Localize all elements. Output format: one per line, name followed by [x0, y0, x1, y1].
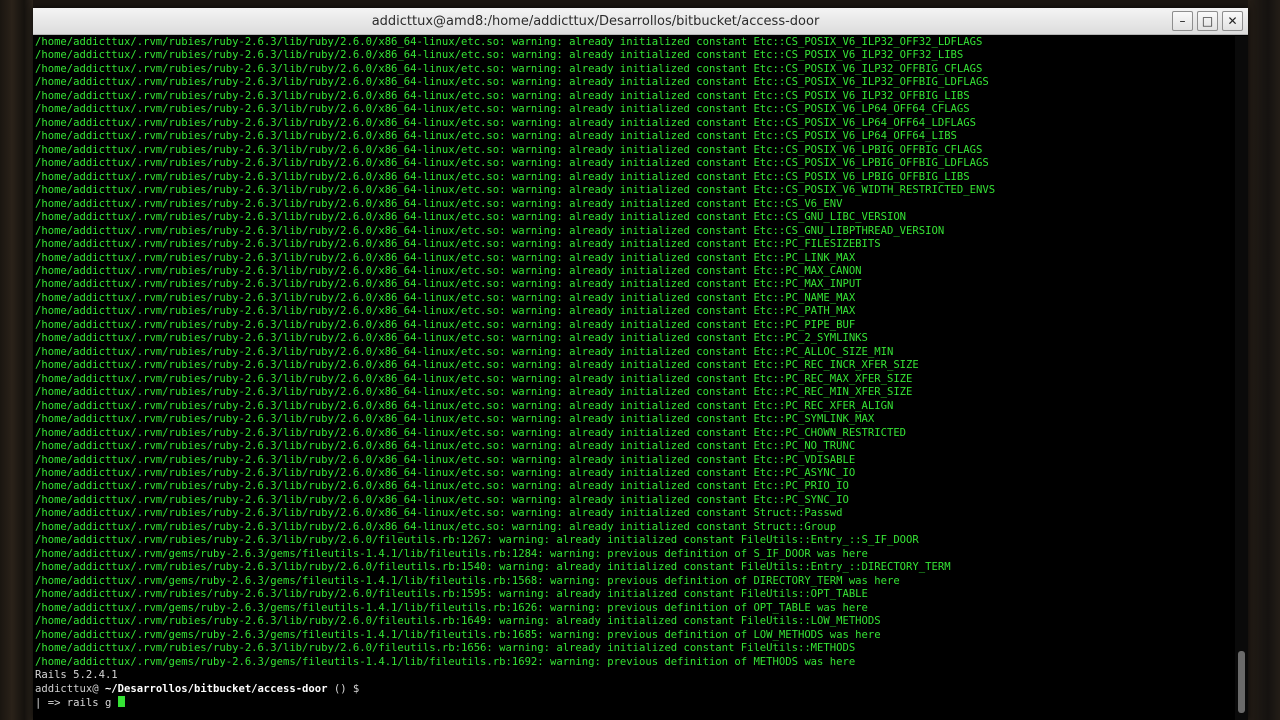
- maximize-button[interactable]: □: [1197, 11, 1218, 31]
- log-line: /home/addicttux/.rvm/rubies/ruby-2.6.3/l…: [35, 184, 996, 197]
- prompt-suffix: () $: [327, 682, 360, 695]
- log-line: /home/addicttux/.rvm/rubies/ruby-2.6.3/l…: [35, 399, 894, 412]
- log-line: /home/addicttux/.rvm/rubies/ruby-2.6.3/l…: [35, 143, 983, 156]
- log-line: /home/addicttux/.rvm/rubies/ruby-2.6.3/l…: [35, 413, 875, 426]
- log-line: /home/addicttux/.rvm/rubies/ruby-2.6.3/l…: [35, 103, 970, 116]
- log-line: /home/addicttux/.rvm/rubies/ruby-2.6.3/l…: [35, 359, 919, 372]
- log-line: /home/addicttux/.rvm/rubies/ruby-2.6.3/l…: [35, 291, 856, 304]
- vertical-scrollbar[interactable]: [1235, 36, 1248, 720]
- log-line: /home/addicttux/.rvm/rubies/ruby-2.6.3/l…: [35, 130, 957, 143]
- log-line: /home/addicttux/.rvm/rubies/ruby-2.6.3/l…: [35, 211, 907, 224]
- close-button[interactable]: ✕: [1222, 11, 1243, 31]
- log-line: /home/addicttux/.rvm/rubies/ruby-2.6.3/l…: [35, 561, 951, 574]
- log-line: /home/addicttux/.rvm/rubies/ruby-2.6.3/l…: [35, 615, 881, 628]
- log-line: /home/addicttux/.rvm/rubies/ruby-2.6.3/l…: [35, 305, 856, 318]
- log-line: /home/addicttux/.rvm/rubies/ruby-2.6.3/l…: [35, 238, 881, 251]
- log-line: /home/addicttux/.rvm/gems/ruby-2.6.3/gem…: [35, 574, 900, 587]
- log-line: /home/addicttux/.rvm/rubies/ruby-2.6.3/l…: [35, 76, 989, 89]
- log-line: /home/addicttux/.rvm/rubies/ruby-2.6.3/l…: [35, 278, 862, 291]
- text-cursor: [117, 695, 125, 707]
- terminal-window: addicttux@amd8:/home/addicttux/Desarroll…: [33, 8, 1248, 720]
- log-line: /home/addicttux/.rvm/rubies/ruby-2.6.3/l…: [35, 170, 970, 183]
- log-line: /home/addicttux/.rvm/gems/ruby-2.6.3/gem…: [35, 601, 868, 614]
- log-line: /home/addicttux/.rvm/rubies/ruby-2.6.3/l…: [35, 453, 856, 466]
- log-line: /home/addicttux/.rvm/rubies/ruby-2.6.3/l…: [35, 642, 856, 655]
- window-title: addicttux@amd8:/home/addicttux/Desarroll…: [371, 14, 820, 29]
- log-line: /home/addicttux/.rvm/rubies/ruby-2.6.3/l…: [35, 49, 964, 62]
- log-line: /home/addicttux/.rvm/rubies/ruby-2.6.3/l…: [35, 224, 945, 237]
- log-line: /home/addicttux/.rvm/rubies/ruby-2.6.3/l…: [35, 89, 970, 102]
- log-line: /home/addicttux/.rvm/rubies/ruby-2.6.3/l…: [35, 157, 989, 170]
- log-line: /home/addicttux/.rvm/rubies/ruby-2.6.3/l…: [35, 372, 913, 385]
- command-input[interactable]: rails g: [67, 697, 112, 709]
- shell-prompt: addicttux@ ~/Desarrollos/bitbucket/acces…: [35, 683, 1233, 696]
- log-line: /home/addicttux/.rvm/rubies/ruby-2.6.3/l…: [35, 332, 868, 345]
- log-line: /home/addicttux/.rvm/rubies/ruby-2.6.3/l…: [35, 36, 983, 48]
- minimize-button[interactable]: –: [1172, 11, 1193, 31]
- log-line: /home/addicttux/.rvm/gems/ruby-2.6.3/gem…: [35, 655, 856, 668]
- log-line: /home/addicttux/.rvm/gems/ruby-2.6.3/gem…: [35, 547, 868, 560]
- log-line: /home/addicttux/.rvm/rubies/ruby-2.6.3/l…: [35, 116, 976, 129]
- log-line: /home/addicttux/.rvm/rubies/ruby-2.6.3/l…: [35, 467, 856, 479]
- log-line: /home/addicttux/.rvm/rubies/ruby-2.6.3/l…: [35, 440, 856, 453]
- log-line: /home/addicttux/.rvm/rubies/ruby-2.6.3/l…: [35, 264, 862, 277]
- log-line: /home/addicttux/.rvm/rubies/ruby-2.6.3/l…: [35, 493, 849, 506]
- log-lines: /home/addicttux/.rvm/rubies/ruby-2.6.3/l…: [35, 36, 1233, 669]
- command-line[interactable]: | => rails g: [35, 695, 1233, 709]
- rails-version-line: Rails 5.2.4.1: [35, 669, 118, 682]
- log-line: /home/addicttux/.rvm/rubies/ruby-2.6.3/l…: [35, 345, 894, 358]
- log-line: /home/addicttux/.rvm/rubies/ruby-2.6.3/l…: [35, 507, 843, 520]
- prompt-path: ~/Desarrollos/bitbucket/access-door: [98, 682, 328, 695]
- log-line: /home/addicttux/.rvm/rubies/ruby-2.6.3/l…: [35, 386, 913, 399]
- log-line: /home/addicttux/.rvm/rubies/ruby-2.6.3/l…: [35, 426, 907, 439]
- input-prefix: | =>: [35, 696, 67, 709]
- log-line: /home/addicttux/.rvm/rubies/ruby-2.6.3/l…: [35, 62, 983, 75]
- log-line: /home/addicttux/.rvm/rubies/ruby-2.6.3/l…: [35, 534, 919, 547]
- prompt-user: addicttux@: [35, 682, 99, 695]
- log-line: /home/addicttux/.rvm/rubies/ruby-2.6.3/l…: [35, 588, 868, 601]
- log-line: /home/addicttux/.rvm/gems/ruby-2.6.3/gem…: [35, 628, 881, 641]
- log-line: /home/addicttux/.rvm/rubies/ruby-2.6.3/l…: [35, 251, 856, 264]
- log-line: /home/addicttux/.rvm/rubies/ruby-2.6.3/l…: [35, 197, 843, 210]
- scrollbar-thumb[interactable]: [1238, 651, 1245, 713]
- log-line: /home/addicttux/.rvm/rubies/ruby-2.6.3/l…: [35, 520, 837, 533]
- log-line: /home/addicttux/.rvm/rubies/ruby-2.6.3/l…: [35, 318, 856, 331]
- title-bar[interactable]: addicttux@amd8:/home/addicttux/Desarroll…: [33, 8, 1248, 35]
- terminal-output[interactable]: /home/addicttux/.rvm/rubies/ruby-2.6.3/l…: [33, 36, 1233, 720]
- log-line: /home/addicttux/.rvm/rubies/ruby-2.6.3/l…: [35, 480, 849, 493]
